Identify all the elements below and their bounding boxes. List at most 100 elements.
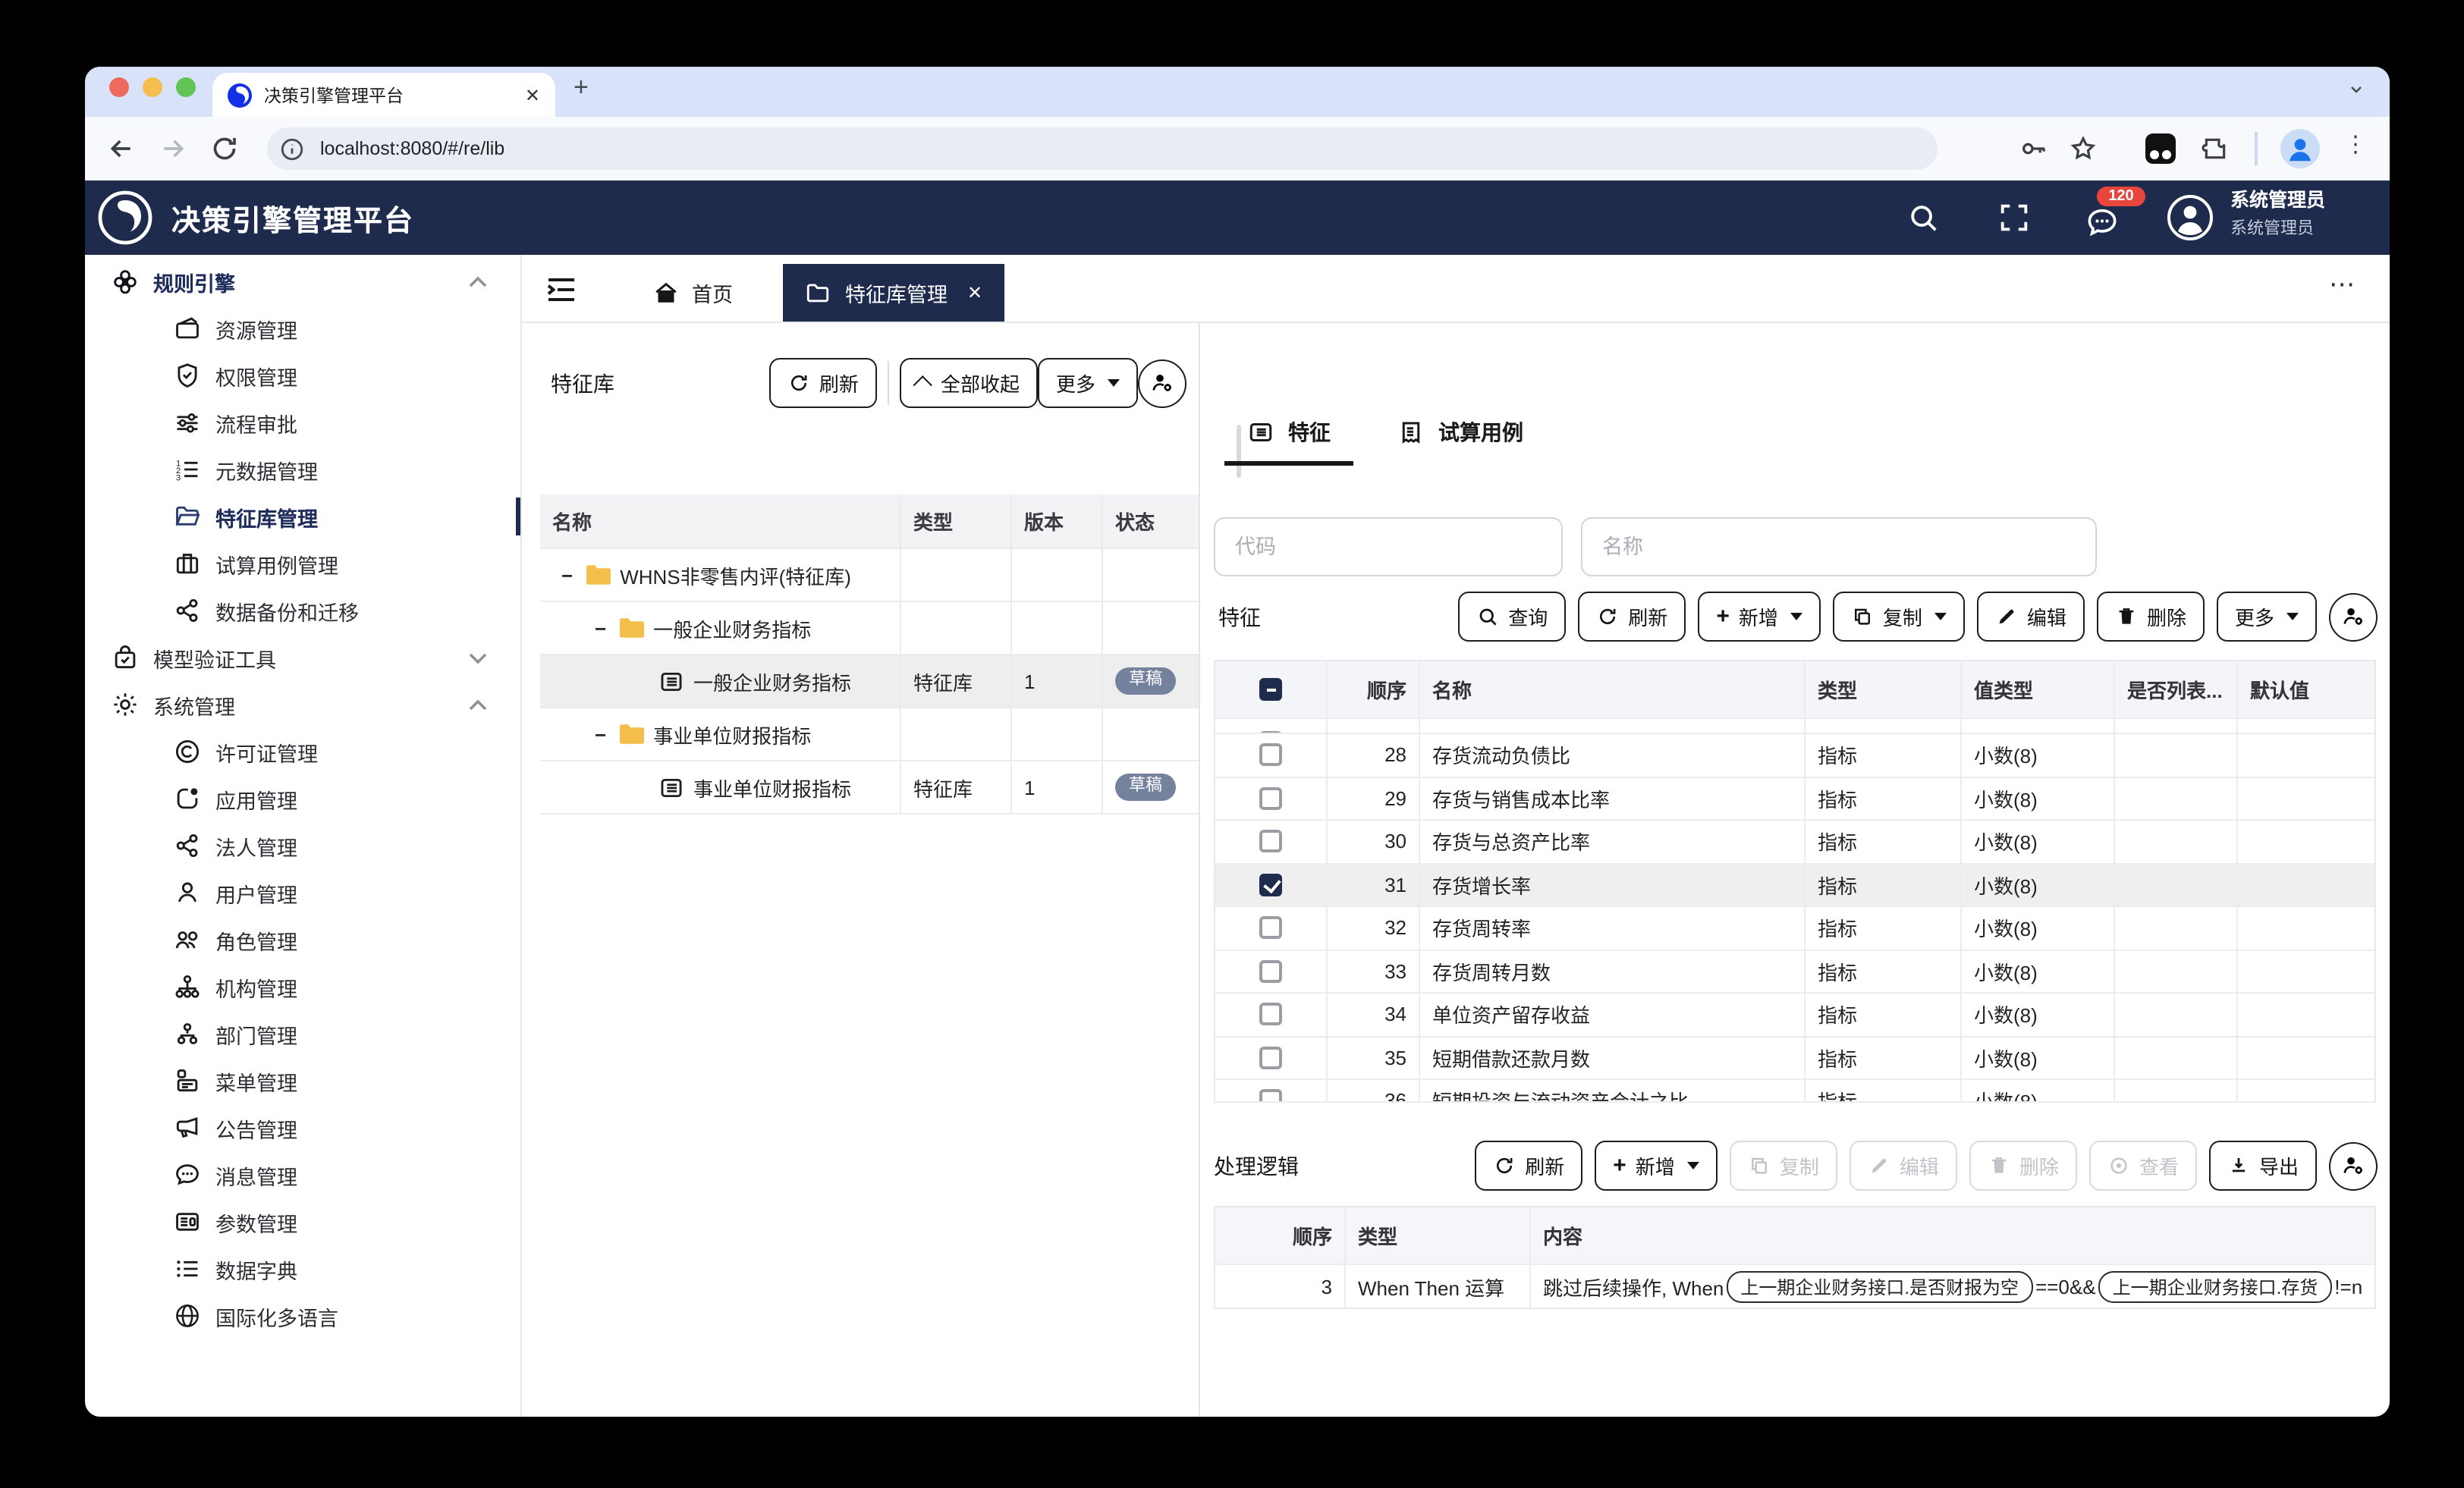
sidebar-item-application-mgmt[interactable]: 应用管理 bbox=[85, 775, 520, 822]
search-icon[interactable] bbox=[1906, 200, 1941, 235]
row-checkbox[interactable] bbox=[1259, 787, 1282, 810]
url-text[interactable]: localhost:8080/#/re/lib bbox=[320, 138, 504, 159]
row-checkbox[interactable] bbox=[1259, 1003, 1282, 1026]
sidebar-item-message-mgmt[interactable]: 消息管理 bbox=[85, 1151, 520, 1198]
feature-row[interactable]: 33存货周转月数 指标小数(8) bbox=[1215, 950, 2374, 994]
feature-row[interactable]: 28存货流动负债比 指标小数(8) bbox=[1215, 734, 2374, 777]
tab-home[interactable]: 首页 bbox=[628, 264, 757, 322]
extension-black-icon[interactable] bbox=[2145, 133, 2176, 164]
query-button[interactable]: 查询 bbox=[1458, 592, 1566, 642]
browser-profile-avatar[interactable] bbox=[2280, 129, 2320, 168]
fullscreen-icon[interactable] bbox=[1997, 200, 2032, 235]
logic-members-button[interactable] bbox=[2329, 1141, 2378, 1190]
add-button[interactable]: + 新增 bbox=[1698, 592, 1821, 642]
collapse-toggle[interactable]: − bbox=[595, 617, 606, 639]
sidebar-item-feature-library-mgmt[interactable]: 特征库管理 bbox=[85, 493, 520, 540]
sidebar-group-system-mgmt[interactable]: 系统管理 bbox=[85, 681, 520, 728]
user-avatar[interactable] bbox=[2167, 194, 2214, 241]
sidebar-item-menu-mgmt[interactable]: 菜单管理 bbox=[85, 1057, 520, 1104]
feature-row[interactable]: 35短期借款还款月数 指标小数(8) bbox=[1215, 1037, 2374, 1080]
more-button[interactable]: 更多 bbox=[2217, 592, 2317, 642]
sidebar-item-announcement-mgmt[interactable]: 公告管理 bbox=[85, 1104, 520, 1151]
tab-feature-library-mgmt[interactable]: 特征库管理 ✕ bbox=[783, 264, 1004, 322]
edit-button[interactable]: 编辑 bbox=[1977, 592, 2085, 642]
password-key-icon[interactable] bbox=[2018, 133, 2048, 164]
collapse-all-button[interactable]: 全部收起 bbox=[900, 358, 1038, 408]
name-input[interactable] bbox=[1581, 517, 2097, 576]
sidebar-item-i18n[interactable]: 国际化多语言 bbox=[85, 1292, 520, 1339]
select-all-checkbox[interactable] bbox=[1259, 678, 1282, 701]
sidebar-item-organization-mgmt[interactable]: 机构管理 bbox=[85, 963, 520, 1010]
tab-more-icon[interactable]: ⋯ bbox=[2329, 270, 2356, 300]
feature-row[interactable]: 29存货与销售成本比率 指标小数(8) bbox=[1215, 777, 2374, 821]
library-members-button[interactable] bbox=[1138, 359, 1186, 407]
sidebar-item-metadata-mgmt[interactable]: 123 元数据管理 bbox=[85, 446, 520, 493]
sidebar-item-trial-case-mgmt[interactable]: 试算用例管理 bbox=[85, 540, 520, 587]
logic-copy-button-disabled[interactable]: 复制 bbox=[1730, 1141, 1837, 1191]
feature-row[interactable]: 36短期投资与流动资产合计之比 指标小数(8) bbox=[1215, 1080, 2374, 1103]
traffic-light-zoom[interactable] bbox=[176, 77, 196, 97]
field-chip[interactable]: 上一期企业财务接口.是否财报为空 bbox=[1727, 1270, 2032, 1302]
feature-row[interactable]: 34单位资产留存收益 指标小数(8) bbox=[1215, 994, 2374, 1037]
sidebar-item-user-mgmt[interactable]: 用户管理 bbox=[85, 869, 520, 916]
copy-button[interactable]: 复制 bbox=[1833, 592, 1965, 642]
feature-row[interactable]: 32存货周转率 指标小数(8) bbox=[1215, 907, 2374, 950]
sidebar-item-department-mgmt[interactable]: 部门管理 bbox=[85, 1010, 520, 1057]
reload-button[interactable] bbox=[209, 133, 240, 164]
sidebar-item-data-dictionary[interactable]: 数据字典 bbox=[85, 1245, 520, 1292]
message-bubble-icon[interactable] bbox=[2085, 205, 2120, 240]
new-tab-button[interactable]: + bbox=[574, 73, 589, 103]
row-checkbox[interactable] bbox=[1259, 830, 1282, 853]
collapse-toggle[interactable]: − bbox=[595, 723, 606, 746]
library-more-button[interactable]: 更多 bbox=[1038, 358, 1138, 408]
address-bar[interactable]: localhost:8080/#/re/lib bbox=[267, 127, 1938, 170]
traffic-light-minimize[interactable] bbox=[143, 77, 162, 97]
refresh-button[interactable]: 刷新 bbox=[1578, 592, 1686, 642]
browser-menu-icon[interactable]: ⋮ bbox=[2344, 130, 2367, 158]
collapse-toggle[interactable]: − bbox=[561, 563, 573, 586]
sidebar-item-legal-entity-mgmt[interactable]: 法人管理 bbox=[85, 822, 520, 869]
sidebar-collapse-icon[interactable] bbox=[543, 272, 580, 308]
sidebar-group-model-validation-tools[interactable]: 模型验证工具 bbox=[85, 634, 520, 681]
sidebar-item-role-mgmt[interactable]: 角色管理 bbox=[85, 916, 520, 963]
code-input[interactable] bbox=[1214, 517, 1563, 576]
tab-close-icon[interactable]: ✕ bbox=[525, 84, 540, 105]
tree-row[interactable]: 事业单位财报指标 特征库 1 草稿 bbox=[540, 761, 1199, 815]
back-button[interactable] bbox=[106, 133, 137, 164]
bookmark-star-icon[interactable] bbox=[2068, 133, 2098, 164]
export-button[interactable]: 导出 bbox=[2209, 1141, 2317, 1191]
sidebar-group-rule-engine[interactable]: 规则引擎 bbox=[85, 258, 520, 305]
tab-trial-cases[interactable]: 试算用例 bbox=[1397, 417, 1523, 466]
feature-row[interactable]: 30存货与总资产比率 指标小数(8) bbox=[1215, 821, 2374, 864]
row-checkbox[interactable] bbox=[1259, 1047, 1282, 1069]
sidebar-item-resource-mgmt[interactable]: 资源管理 bbox=[85, 305, 520, 352]
tree-row-selected[interactable]: 一般企业财务指标 特征库 1 草稿 bbox=[540, 655, 1199, 708]
field-chip[interactable]: 上一期企业财务接口.存货 bbox=[2099, 1270, 2332, 1302]
extensions-puzzle-icon[interactable] bbox=[2200, 133, 2230, 164]
row-checkbox[interactable] bbox=[1259, 744, 1282, 767]
feature-row-selected[interactable]: 31存货增长率 指标小数(8) bbox=[1215, 864, 2374, 907]
tree-row[interactable]: − 一般企业财务指标 bbox=[540, 602, 1199, 655]
sidebar-item-permission-mgmt[interactable]: 权限管理 bbox=[85, 352, 520, 399]
library-refresh-button[interactable]: 刷新 bbox=[769, 358, 877, 408]
browser-tab[interactable]: 决策引擎管理平台 ✕ bbox=[212, 73, 555, 117]
tree-row[interactable]: − 事业单位财报指标 bbox=[540, 708, 1199, 761]
delete-button[interactable]: 删除 bbox=[2097, 592, 2205, 642]
sidebar-item-process-approval[interactable]: 流程审批 bbox=[85, 399, 520, 446]
sidebar-item-license-mgmt[interactable]: 许可证管理 bbox=[85, 728, 520, 775]
logic-add-button[interactable]: + 新增 bbox=[1595, 1141, 1718, 1191]
sidebar-item-parameter-mgmt[interactable]: 参数管理 bbox=[85, 1198, 520, 1245]
row-checkbox[interactable] bbox=[1259, 960, 1282, 983]
sidebar-item-data-backup-migration[interactable]: 数据备份和迁移 bbox=[85, 587, 520, 634]
row-checkbox[interactable] bbox=[1259, 1090, 1282, 1103]
forward-button[interactable] bbox=[158, 133, 188, 164]
logic-delete-button-disabled[interactable]: 删除 bbox=[1969, 1141, 2077, 1191]
site-info-icon[interactable] bbox=[279, 136, 305, 162]
panel-splitter[interactable] bbox=[1237, 425, 1241, 478]
tab-feature[interactable]: 特征 bbox=[1247, 417, 1331, 466]
row-checkbox-checked[interactable] bbox=[1259, 874, 1282, 896]
user-info[interactable]: 系统管理员 系统管理员 bbox=[2230, 191, 2325, 237]
logic-view-button-disabled[interactable]: 查看 bbox=[2089, 1141, 2197, 1191]
tree-row[interactable]: − WHNS非零售内评(特征库) bbox=[540, 549, 1199, 602]
logic-row[interactable]: 3 When Then 运算 跳过后续操作, When 上一期企业财务接口.是否… bbox=[1215, 1265, 2374, 1307]
